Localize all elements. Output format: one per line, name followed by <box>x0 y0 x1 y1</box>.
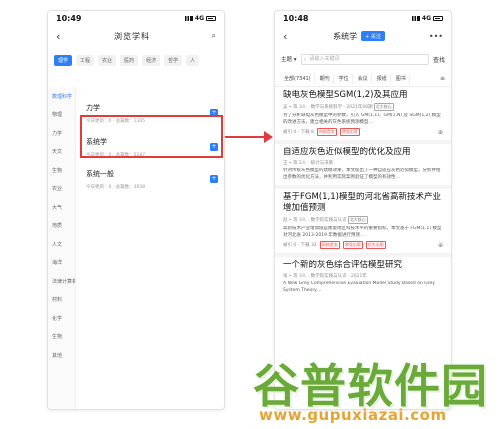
article-abstract: 针对传统灰色模型的建模效果，本文提出了一种自适应灰色近似模型，分析并给出参数的优… <box>283 168 441 180</box>
status-badge: 增强出版 <box>339 128 360 136</box>
sidebar-item[interactable]: 海洋 <box>48 254 75 273</box>
battery-icon <box>206 15 216 21</box>
article-item[interactable]: 一个新的灰色综合评估模型研究 张 • 等 3人 · 数学的实践与认识 · 202… <box>275 257 451 298</box>
filter-item[interactable]: 学位 <box>336 73 353 84</box>
article-abstract: 高新技术产业增加值是衡量地区科技水平的重要指标，本文基于 FGM(1,1) 模型… <box>283 226 442 238</box>
article-item[interactable]: 缺电灰色模型SGM(1,2)及其应用 吴 • 等 3人 · 数学与系统科学 · … <box>275 87 451 144</box>
sidebar-item[interactable]: 材料 <box>48 291 75 310</box>
tab-2[interactable]: 农业 <box>98 54 117 66</box>
sidebar-item[interactable]: 其他 <box>48 346 75 365</box>
article-abstract: 为了分析缺电灰色模型中的参数，引入 GM(1,1)、GM(1,N) 及 SGM(… <box>283 113 441 125</box>
tab-5[interactable]: 哲学 <box>164 54 183 66</box>
article-stats: 被引 0 · 下载 32 <box>283 243 317 248</box>
sidebar-item[interactable]: 物理 <box>48 106 75 125</box>
page-title: 系统学 <box>333 31 358 41</box>
status-time: 10:48 <box>283 13 309 23</box>
subject-meta: 今日更新：0 · 总篇数：3638 <box>86 185 146 190</box>
subject-name: 系统一般 <box>86 170 114 178</box>
sidebar-item[interactable]: 法律计算机 <box>48 272 75 291</box>
arrow-line <box>225 136 265 138</box>
article-title[interactable]: 自适应灰色近似模型的优化及应用 <box>283 147 443 158</box>
sidebar-item[interactable]: 天文 <box>48 143 75 162</box>
follow-button[interactable]: + 关注 <box>361 31 385 41</box>
signal-icon <box>184 15 193 21</box>
filter-bar: 全部(7341) 期刊 学位 会议 报纸 图书 ≡ <box>275 71 451 87</box>
article-item[interactable]: 基于FGM(1,1)模型的河北省高新技术产业增加值预测 赵 • 等 3人 · 数… <box>275 189 451 257</box>
signal-icon <box>411 15 420 21</box>
subject-item[interactable]: 系统一般 今日更新：0 · 总篇数：3638 + <box>86 167 218 199</box>
status-badge: 增强出版 <box>342 241 363 249</box>
network-label: 4G <box>421 14 431 22</box>
article-meta: 吴 • 等 3人 · 数学与系统科学 · 2021年06期 <box>283 105 373 110</box>
sidebar-item[interactable]: 地质 <box>48 217 75 236</box>
nav-bar: ‹ 系统学 + 关注 ••• <box>275 25 451 47</box>
sidebar-item[interactable]: 生物 <box>48 328 75 347</box>
add-subject-button[interactable]: + <box>210 175 218 183</box>
status-badge: 网络首发 <box>319 241 340 249</box>
sidebar-item[interactable]: 数理科学 <box>48 87 75 106</box>
sidebar-item[interactable]: 化学 <box>48 309 75 328</box>
sidebar-item[interactable]: 生物 <box>48 161 75 180</box>
sidebar-item[interactable]: 农业 <box>48 180 75 199</box>
search-icon: ⌕ <box>303 56 307 63</box>
tab-1[interactable]: 工程 <box>76 54 95 66</box>
status-badge: 优先出版 <box>365 241 386 249</box>
article-abstract: A New Grey Comprehensive Evaluation Mode… <box>283 281 435 293</box>
article-title[interactable]: 缺电灰色模型SGM(1,2)及其应用 <box>283 90 443 101</box>
search-button[interactable]: 查找 <box>433 55 445 64</box>
filter-item[interactable]: 全部(7341) <box>281 73 315 84</box>
status-bar: 10:48 4G <box>275 11 451 25</box>
filter-item[interactable]: 期刊 <box>317 73 334 84</box>
page-title: 浏览学科 <box>114 31 150 41</box>
tab-0[interactable]: 理学 <box>54 54 73 66</box>
status-bar: 10:49 4G <box>48 11 224 25</box>
filter-item[interactable]: 会议 <box>355 73 372 84</box>
journal-tag: 北大核心 <box>347 216 368 224</box>
tab-4[interactable]: 经济 <box>142 54 161 66</box>
subject-name: 力学 <box>86 104 100 112</box>
search-bar: 主题 ▾ ⌕ 请输入关键词 查找 <box>275 51 451 67</box>
article-meta: 赵 • 等 3人 · 数学的实践与认识 <box>283 218 347 223</box>
article-item[interactable]: 自适应灰色近似模型的优化及应用 王 • 等 2人 · 统计与决策 针对传统灰色模… <box>275 144 451 189</box>
chevron-left-icon[interactable]: ‹ <box>56 30 70 43</box>
highlight-box <box>80 115 223 158</box>
watermark: 谷普软件园 www.gupuxiazai.com <box>253 350 498 426</box>
article-meta: 张 • 等 3人 · 数学的实践与认识 · 2021年 <box>283 274 367 279</box>
sidebar-item[interactable]: 大气 <box>48 198 75 217</box>
network-label: 4G <box>194 14 204 22</box>
watermark-url: www.gupuxiazai.com <box>259 406 447 424</box>
download-icon[interactable]: ⊕ <box>438 242 443 249</box>
search-scope-select[interactable]: 主题 ▾ <box>281 55 297 63</box>
filter-item[interactable]: 报纸 <box>374 73 391 84</box>
article-meta: 王 • 等 2人 · 统计与决策 <box>283 161 334 166</box>
article-stats: 被引 0 · 下载 8 <box>283 130 314 135</box>
category-tabs: 理学 工程 农业 医药 经济 哲学 人 <box>48 53 224 67</box>
article-title[interactable]: 基于FGM(1,1)模型的河北省高新技术产业增加值预测 <box>283 192 443 214</box>
nav-bar: ‹ 浏览学科 ⌕ <box>48 25 224 47</box>
chevron-left-icon[interactable]: ‹ <box>283 30 297 43</box>
search-icon[interactable]: ⌕ <box>194 31 216 41</box>
filter-item[interactable]: 图书 <box>393 73 410 84</box>
battery-icon <box>433 15 443 21</box>
tab-3[interactable]: 医药 <box>120 54 139 66</box>
status-badge: 网络首发 <box>316 128 337 136</box>
sidebar-item[interactable]: 人文 <box>48 235 75 254</box>
more-icon[interactable]: ••• <box>421 32 443 41</box>
sidebar: 数理科学 物理 力学 天文 生物 农业 大气 地质 人文 海洋 法律计算机 材料… <box>48 87 76 409</box>
status-time: 10:49 <box>56 13 82 23</box>
journal-tag: 北大核心 <box>373 103 394 111</box>
download-icon[interactable]: ⊕ <box>438 129 443 136</box>
tab-6[interactable]: 人 <box>186 54 200 66</box>
sort-icon[interactable]: ≡ <box>440 75 445 82</box>
search-input[interactable]: ⌕ 请输入关键词 <box>300 53 429 65</box>
phone-subject-browser: 10:49 4G ‹ 浏览学科 ⌕ 理学 工程 农业 医药 经济 哲学 人 数理… <box>47 10 225 410</box>
article-title[interactable]: 一个新的灰色综合评估模型研究 <box>283 260 443 271</box>
sidebar-item[interactable]: 力学 <box>48 124 75 143</box>
arrow-right-icon <box>264 131 273 143</box>
